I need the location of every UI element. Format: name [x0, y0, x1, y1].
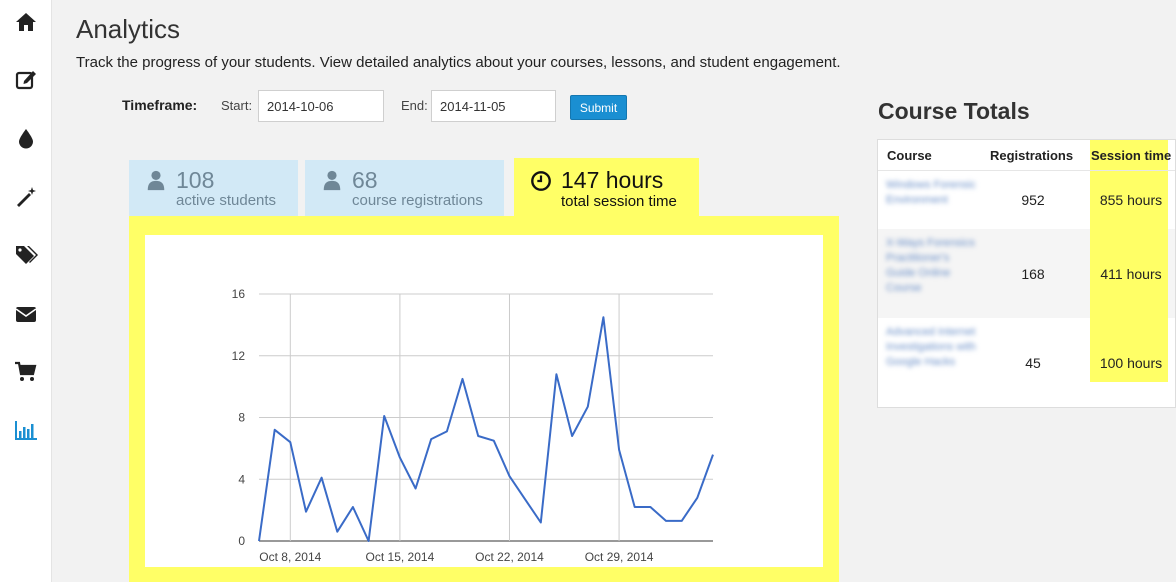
- x-tick-label: Oct 15, 2014: [366, 550, 435, 564]
- data-point: [492, 439, 496, 443]
- data-point: [367, 539, 371, 543]
- x-tick-label: Oct 22, 2014: [475, 550, 544, 564]
- data-point: [476, 434, 480, 438]
- line-chart: 0 4 8 12 16 Oct 8, 2014 Oct 15, 2014 Oct 22, 20…: [232, 287, 715, 564]
- page-description: Track the progress of your students. Vie…: [76, 54, 841, 71]
- data-point: [429, 437, 433, 441]
- user-icon: [323, 170, 341, 191]
- nav-mail[interactable]: [0, 292, 52, 336]
- session-time-label: total session time: [561, 193, 677, 210]
- data-point: [335, 530, 339, 534]
- active-students-label: active students: [176, 192, 277, 209]
- bar-chart-icon: [15, 421, 37, 440]
- data-point: [633, 505, 637, 509]
- data-point: [711, 453, 715, 457]
- nav-cart[interactable]: [0, 350, 52, 394]
- header-registrations: Registrations: [990, 148, 1074, 163]
- end-date-input[interactable]: [431, 90, 556, 122]
- data-point: [601, 315, 605, 319]
- session-time-cell: 855 hours: [1099, 192, 1163, 208]
- course-registrations-count: 68: [352, 167, 378, 193]
- tab-active-students[interactable]: 108 active students: [129, 160, 298, 216]
- data-point: [586, 405, 590, 409]
- session-time-value: 147 hours: [561, 167, 664, 193]
- magic-wand-icon: [17, 187, 36, 207]
- y-tick-label: 4: [238, 472, 245, 486]
- registrations-cell: 952: [1021, 192, 1045, 208]
- course-link[interactable]: Advanced Internet Investigations with Go…: [886, 325, 976, 370]
- y-tick-label: 0: [238, 534, 245, 548]
- series-line: [258, 316, 714, 542]
- drop-icon: [19, 129, 33, 149]
- data-point: [382, 414, 386, 418]
- tags-icon: [16, 246, 38, 264]
- y-tick-label: 12: [232, 349, 246, 363]
- data-point: [648, 505, 652, 509]
- course-registrations-label: course registrations: [352, 192, 483, 209]
- user-icon: [147, 170, 165, 191]
- edit-icon: [15, 71, 36, 90]
- data-point: [398, 456, 402, 460]
- y-tick-label: 16: [232, 287, 246, 301]
- nav-analytics[interactable]: [0, 408, 52, 452]
- nav-home[interactable]: [0, 0, 52, 44]
- start-date-input[interactable]: [258, 90, 384, 122]
- session-time-cell: 100 hours: [1099, 355, 1163, 371]
- tab-session-time[interactable]: 147 hours total session time: [514, 158, 699, 218]
- clock-icon: [531, 171, 551, 191]
- x-tick-label: Oct 29, 2014: [585, 550, 654, 564]
- sidebar-nav: [0, 0, 52, 582]
- nav-drop[interactable]: [0, 116, 52, 160]
- envelope-icon: [15, 307, 37, 322]
- data-point: [680, 519, 684, 523]
- data-point: [664, 519, 668, 523]
- data-point: [570, 434, 574, 438]
- registrations-cell: 168: [1021, 266, 1045, 282]
- header-session-time: Session time: [1091, 148, 1172, 163]
- cart-icon: [15, 361, 37, 381]
- course-link[interactable]: Windows Forensic Environment: [886, 178, 976, 208]
- data-point: [320, 476, 324, 480]
- course-link[interactable]: X-Ways Forensics Practitioner's Guide On…: [886, 236, 976, 296]
- data-point: [523, 497, 527, 501]
- submit-button[interactable]: Submit: [570, 95, 627, 120]
- session-time-chart: 0 4 8 12 16 Oct 8, 2014 Oct 15, 2014 Oct 22, 20…: [145, 235, 823, 567]
- data-point: [273, 428, 277, 432]
- data-point: [539, 520, 543, 524]
- session-time-cell: 411 hours: [1100, 266, 1162, 282]
- x-tick-label: Oct 8, 2014: [259, 550, 321, 564]
- nav-tags[interactable]: [0, 233, 52, 277]
- data-point: [617, 448, 621, 452]
- nav-magic[interactable]: [0, 175, 52, 219]
- data-point: [288, 440, 292, 444]
- course-totals-title: Course Totals: [878, 98, 1030, 124]
- header-course: Course: [887, 148, 932, 163]
- data-point: [414, 487, 418, 491]
- data-point: [257, 539, 261, 543]
- tab-course-registrations[interactable]: 68 course registrations: [305, 160, 504, 216]
- data-point: [507, 474, 511, 478]
- timeframe-label: Timeframe:: [122, 97, 198, 113]
- data-point: [695, 496, 699, 500]
- nav-edit[interactable]: [0, 57, 52, 101]
- data-point: [445, 429, 449, 433]
- registrations-cell: 45: [1025, 355, 1041, 371]
- data-point: [554, 372, 558, 376]
- page-title: Analytics: [76, 14, 181, 44]
- header-divider: [878, 170, 1175, 171]
- active-students-count: 108: [176, 167, 215, 193]
- home-icon: [16, 13, 36, 31]
- data-point: [351, 505, 355, 509]
- data-point: [304, 510, 308, 514]
- y-tick-label: 8: [238, 411, 245, 425]
- end-label: End:: [401, 98, 428, 113]
- data-point: [461, 377, 465, 381]
- start-label: Start:: [221, 98, 253, 113]
- session-time-column-highlight: [1090, 140, 1168, 382]
